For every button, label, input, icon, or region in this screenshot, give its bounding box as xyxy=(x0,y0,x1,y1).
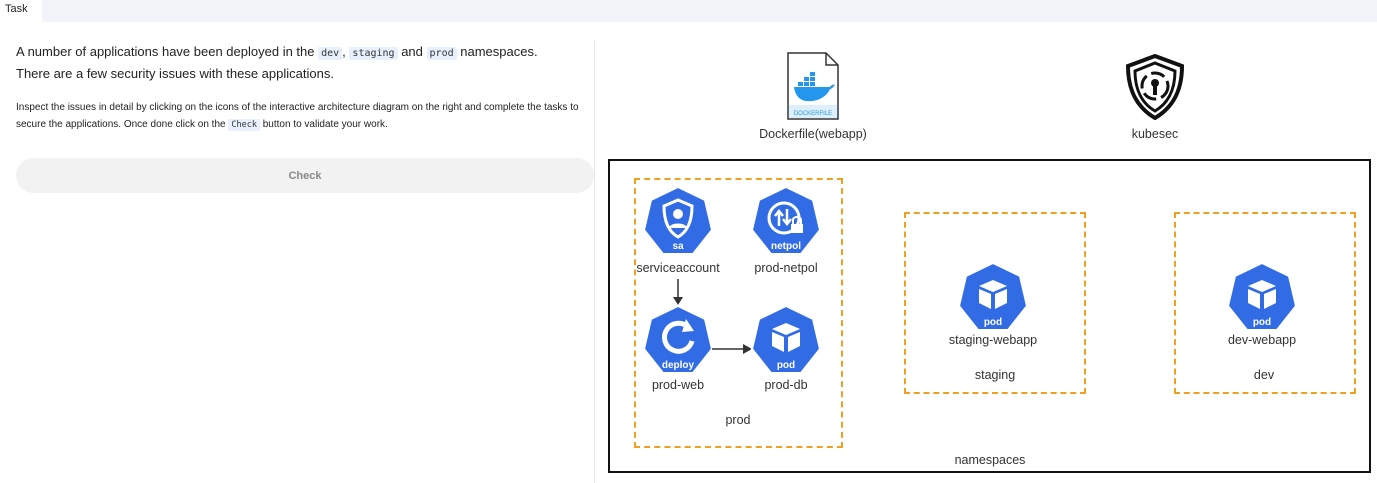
task-panel: A number of applications have been deplo… xyxy=(16,42,596,134)
intro-text: A number of applications have been deplo… xyxy=(16,44,538,81)
code-dev: dev xyxy=(318,47,343,60)
panel-divider xyxy=(594,40,595,483)
deploy-icon[interactable]: deploy xyxy=(642,305,714,377)
dev-webapp-label: dev-webapp xyxy=(1227,333,1297,347)
prod-db-label: prod-db xyxy=(764,378,808,392)
staging-webapp-label: staging-webapp xyxy=(948,333,1038,347)
serviceaccount-icon[interactable]: sa xyxy=(642,186,714,258)
dev-namespace-label: dev xyxy=(1253,368,1275,382)
code-prod: prod xyxy=(426,47,457,60)
instructions-text: Inspect the issues in detail by clicking… xyxy=(16,102,579,131)
dockerfile-label: Dockerfile(webapp) xyxy=(759,127,867,141)
svg-text:netpol: netpol xyxy=(771,241,801,252)
kubesec-label: kubesec xyxy=(1131,127,1179,141)
dockerfile-badge: DOCKERFILE xyxy=(794,111,832,117)
netpol-icon[interactable]: netpol xyxy=(750,186,822,258)
svg-text:pod: pod xyxy=(1253,317,1271,328)
staging-namespace-label: staging xyxy=(974,368,1016,382)
tab-task[interactable]: Task xyxy=(0,0,42,22)
kubesec-shield-icon[interactable] xyxy=(1124,54,1186,120)
prod-db-pod-icon[interactable]: pod xyxy=(750,305,822,377)
prod-namespace-label: prod xyxy=(725,413,751,427)
svg-text:deploy: deploy xyxy=(662,360,695,371)
arrow-deploy-to-pod xyxy=(712,344,752,354)
arrow-sa-to-deploy xyxy=(673,279,683,305)
namespaces-label: namespaces xyxy=(954,453,1026,467)
tab-bar: Task xyxy=(0,0,1377,22)
netpol-label: prod-netpol xyxy=(754,261,818,275)
svg-text:sa: sa xyxy=(672,241,684,252)
code-check: Check xyxy=(228,119,260,131)
dockerfile-icon[interactable]: DOCKERFILE xyxy=(786,52,840,120)
svg-text:pod: pod xyxy=(984,317,1002,328)
code-staging: staging xyxy=(349,47,398,60)
dev-webapp-pod-icon[interactable]: pod xyxy=(1226,262,1298,334)
deploy-label: prod-web xyxy=(651,378,705,392)
staging-webapp-pod-icon[interactable]: pod xyxy=(957,262,1029,334)
serviceaccount-label: serviceaccount xyxy=(636,261,720,275)
svg-text:pod: pod xyxy=(777,360,795,371)
check-button[interactable]: Check xyxy=(16,158,594,193)
